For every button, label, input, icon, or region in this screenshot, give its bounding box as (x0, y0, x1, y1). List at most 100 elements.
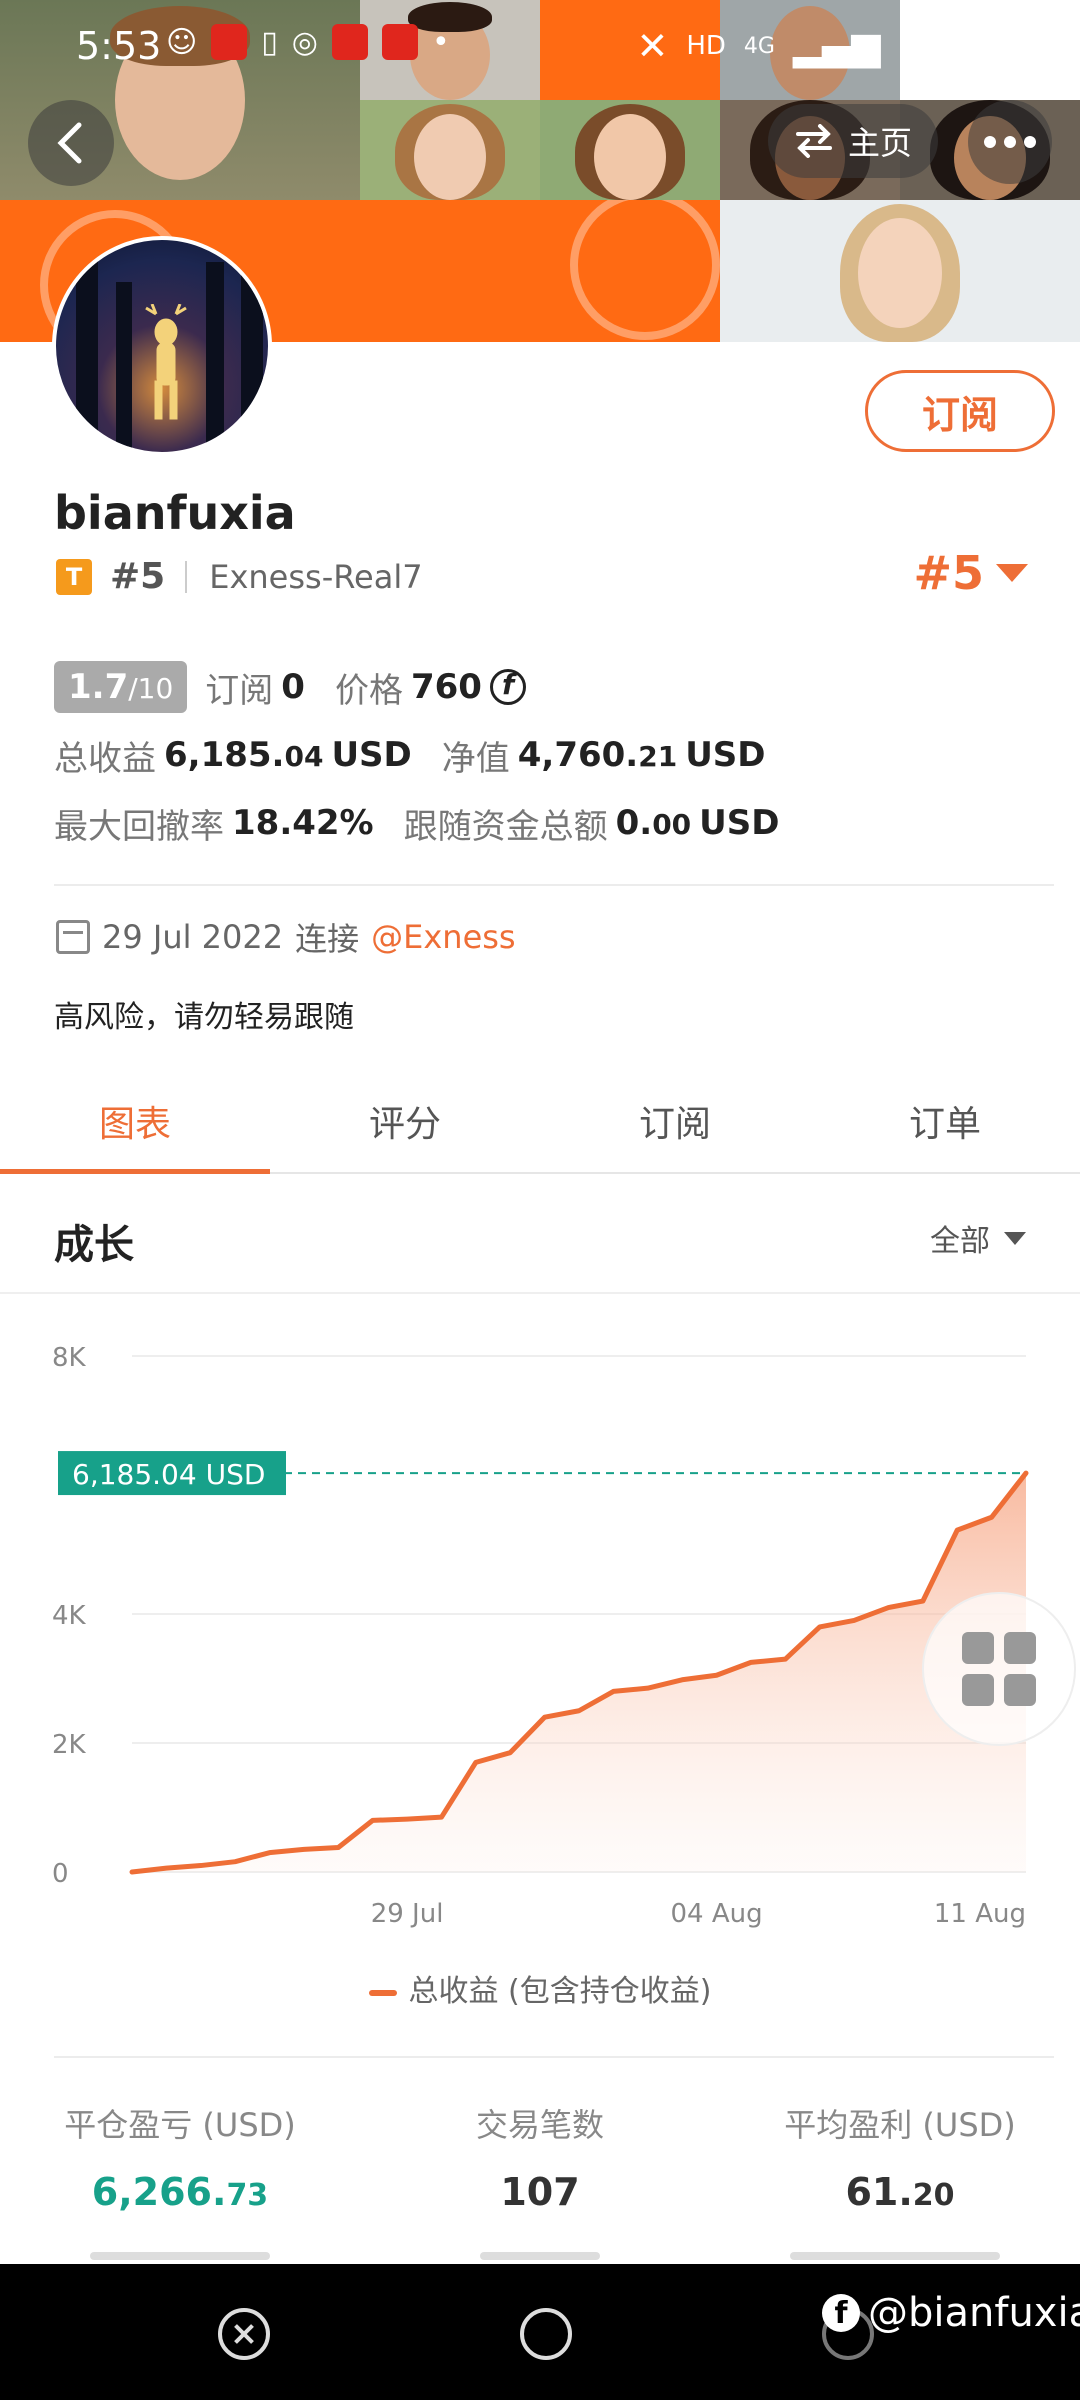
equity-unit: USD (685, 735, 766, 775)
watermark-text: @bianfuxia (868, 2290, 1080, 2336)
home-circle-icon[interactable] (520, 2308, 572, 2360)
banner-photo (540, 100, 720, 200)
legend-label: 总收益 (包含持仓收益) (408, 1974, 712, 2009)
summary-value-int: 6,266. (91, 2170, 227, 2214)
joined-row: 29 Jul 2022 连接 @Exness (56, 914, 516, 960)
summary-label: 平均盈利 (USD) (784, 2106, 1016, 2144)
dot-icon (1024, 136, 1036, 148)
equity-value: 4,760.21 (518, 735, 677, 775)
summary-value-dec: 73 (226, 2178, 269, 2213)
banner-tile (360, 200, 540, 342)
growth-header: 成长 全部 (0, 1176, 1080, 1294)
summary-value: 107 (360, 2170, 720, 2214)
wifi-icon: HD (686, 31, 726, 61)
battery-level: 88% (898, 24, 984, 68)
app-notification-icon: ☺ (166, 24, 198, 60)
score-badge: 1.7/10 (54, 661, 188, 713)
home-button[interactable]: 主页 (768, 104, 938, 178)
legend-swatch (368, 1989, 397, 1996)
swap-icon (795, 124, 832, 158)
floating-menu-button[interactable] (922, 1592, 1076, 1746)
follow-funds-value: 0.00 (616, 803, 692, 843)
rank-dropdown-value: #5 (913, 546, 984, 600)
trader-profile-page: 5:53 ☺ ▯ ◎ • ✕ HD 4G ▂▄▆ 88% ▮ 主页 订阅 bia… (0, 0, 1080, 2400)
rank-value: #5 (110, 556, 166, 597)
next-row-peek (0, 2252, 1080, 2264)
chart-legend[interactable]: 总收益 (包含持仓收益) (0, 1966, 1080, 2010)
triangle-down-icon (996, 564, 1028, 582)
series-area (132, 1473, 1026, 1872)
banner-photo (810, 200, 990, 342)
signal-icon: ▂▄▆ (792, 24, 881, 68)
x-tick-label: 11 Aug (934, 1899, 1026, 1929)
back-button[interactable] (28, 100, 114, 186)
grid-icon (962, 1674, 994, 1706)
x-tick-label: 29 Jul (371, 1899, 444, 1929)
summary-value-int: 61. (845, 2170, 913, 2214)
joined-date: 29 Jul 2022 (102, 918, 284, 956)
network-icon: 4G (743, 33, 775, 59)
y-tick-label: 4K (52, 1601, 87, 1631)
notification-icons: ☺ ▯ ◎ • (166, 24, 450, 60)
app-notification-icon (331, 24, 368, 60)
app-notification-icon: ▯ (261, 24, 278, 60)
app-notification-icon (381, 24, 418, 60)
equity-label: 净值 (441, 738, 510, 779)
growth-chart: 0 2K 4K 8K 29 Jul 04 Aug 11 Aug 6,185.04 USD (0, 1300, 1080, 2040)
x-tick-label: 04 Aug (670, 1899, 762, 1929)
rank-row: T #5 Exness-Real7 (56, 556, 423, 597)
username: bianfuxia (54, 486, 296, 540)
summary-label: 平仓盈亏 (USD) (64, 2106, 296, 2144)
broker-link[interactable]: @Exness (371, 918, 515, 956)
score-value: 1.7 (68, 667, 129, 707)
avatar[interactable] (52, 236, 272, 456)
summary-closed-pnl: 平仓盈亏 (USD) 6,266.73 (0, 2100, 360, 2214)
banner-photo (360, 100, 540, 200)
summary-value: 6,266.73 (0, 2170, 360, 2214)
equity-int: 4,760. (517, 735, 639, 775)
dot-icon: • (431, 24, 450, 60)
total-profit-int: 6,185. (164, 735, 285, 775)
close-all-icon[interactable] (218, 2308, 270, 2360)
section-title: 成长 (54, 1222, 134, 1268)
subscribe-button[interactable]: 订阅 (865, 370, 1055, 452)
price-label: 价格 (334, 670, 403, 711)
separator (185, 560, 188, 593)
tab-rating[interactable]: 评分 (270, 1070, 540, 1172)
total-profit-unit: USD (331, 735, 412, 775)
divider (54, 884, 1054, 886)
current-value-label: 6,185.04 USD (72, 1458, 265, 1491)
connect-label: 连接 (295, 920, 360, 958)
grid-icon (1004, 1632, 1036, 1664)
stats-block: 1.7/10 订阅 0 价格 760 总收益 6,185.04 USD 净值 4… (54, 660, 780, 864)
subscriptions-label: 订阅 (205, 670, 274, 711)
period-filter[interactable]: 全部 (930, 1216, 1026, 1260)
subscriptions-value: 0 (281, 667, 305, 707)
stat-line-3: 最大回撤率 18.42% 跟随资金总额 0.00 USD (54, 796, 780, 850)
status-right: ✕ HD 4G ▂▄▆ 88% ▮ (636, 24, 1022, 68)
tab-chart[interactable]: 图表 (0, 1070, 270, 1174)
stat-line-1: 1.7/10 订阅 0 价格 760 (54, 660, 780, 714)
summary-avg-profit: 平均盈利 (USD) 61.20 (720, 2100, 1080, 2214)
follow-funds-label: 跟随资金总额 (403, 806, 608, 847)
price-value: 760 (410, 667, 482, 707)
stat-line-2: 总收益 6,185.04 USD 净值 4,760.21 USD (54, 728, 780, 782)
score-max: /10 (128, 672, 174, 705)
more-options-button[interactable] (968, 100, 1052, 184)
dot-icon (984, 136, 996, 148)
follow-funds-unit: USD (699, 803, 780, 843)
tab-orders[interactable]: 订单 (810, 1070, 1080, 1172)
chevron-left-icon (57, 122, 82, 164)
server-name: Exness-Real7 (209, 557, 423, 596)
triangle-down-icon (1004, 1231, 1026, 1245)
rank-dropdown[interactable]: #5 (913, 546, 1028, 600)
period-filter-label: 全部 (930, 1224, 990, 1259)
summary-label: 交易笔数 (475, 2106, 604, 2144)
tab-subscriptions[interactable]: 订阅 (540, 1070, 810, 1172)
deer-icon (145, 304, 187, 420)
y-tick-label: 2K (52, 1730, 87, 1760)
max-drawdown-label: 最大回撤率 (54, 806, 224, 847)
calendar-icon (56, 920, 90, 954)
summary-stats: 平仓盈亏 (USD) 6,266.73 交易笔数 107 平均盈利 (USD) … (0, 2100, 1080, 2214)
total-profit-label: 总收益 (54, 738, 156, 779)
